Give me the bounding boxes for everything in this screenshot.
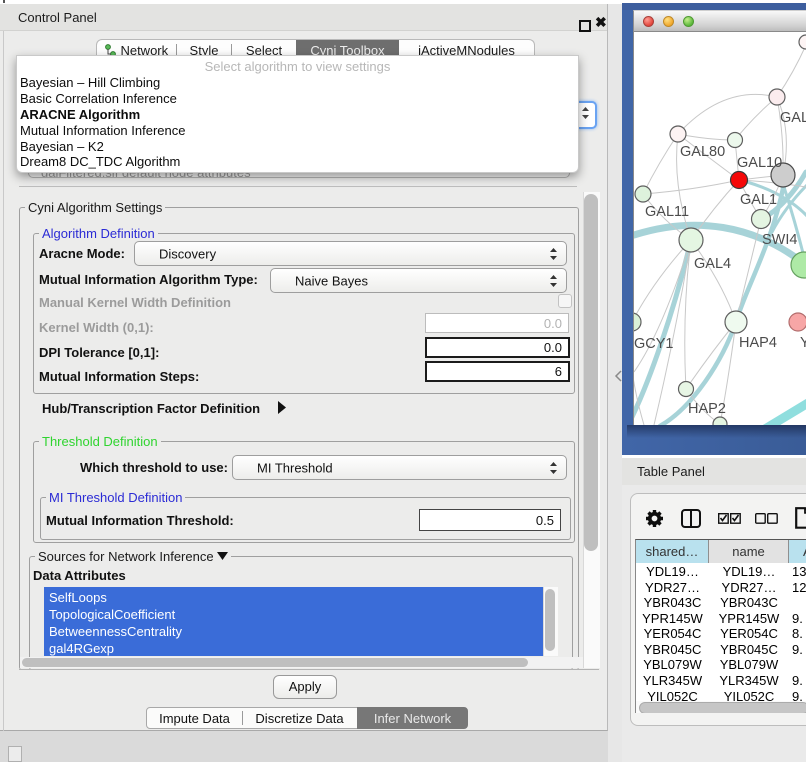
svg-text:GAL4: GAL4 [694,256,731,272]
svg-text:HAP4: HAP4 [739,335,777,351]
svg-text:GAL11: GAL11 [645,204,689,220]
svg-text:GCY1: GCY1 [634,336,674,352]
svg-text:GAL: GAL [780,110,806,126]
svg-text:GAL10: GAL10 [737,155,782,171]
svg-text:SWI4: SWI4 [762,232,797,248]
svg-text:GAL80: GAL80 [680,144,725,160]
svg-text:GAL1: GAL1 [740,192,777,208]
svg-text:HAP2: HAP2 [688,401,726,417]
svg-text:Y: Y [800,335,806,351]
